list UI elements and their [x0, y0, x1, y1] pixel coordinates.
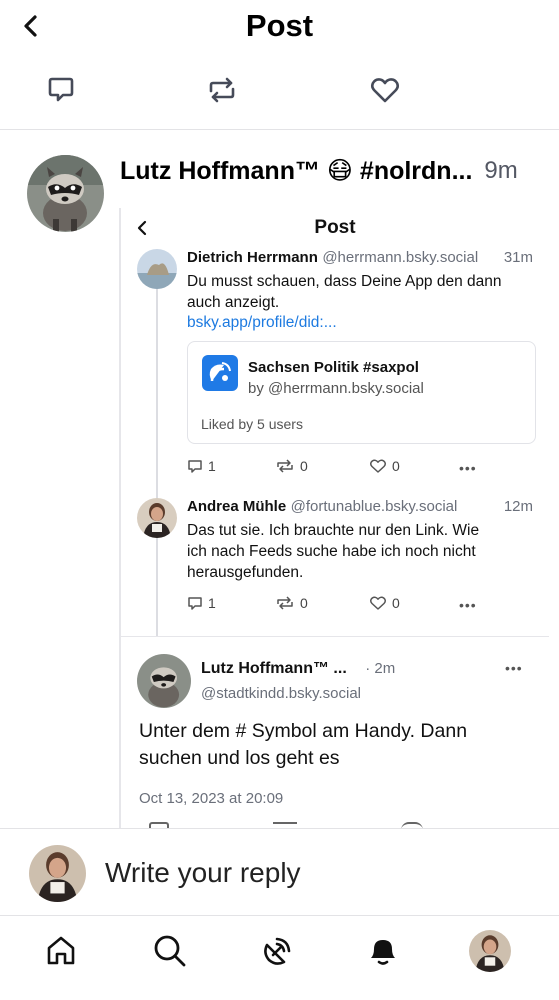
speech-bubble-icon	[188, 597, 202, 610]
embedded-screenshot[interactable]: Post Dietrich Herrmann @herrmann.bsky.so…	[119, 208, 549, 828]
reply2-likes: 0	[392, 595, 400, 611]
reply2-reposts: 0	[300, 595, 308, 611]
focus-text-line2: suchen und los geht es	[139, 747, 340, 769]
speech-bubble-icon	[48, 77, 74, 102]
post-author-line: Lutz Hoffmann™ 😷 #nolrdn... 9m	[120, 153, 550, 189]
feed-card-title: Sachsen Politik #saxpol	[248, 359, 419, 376]
reply1-like-count: 0	[369, 458, 400, 474]
reply2-like-count: 0	[369, 595, 400, 611]
heart-icon	[370, 459, 386, 473]
bottom-tab-bar	[0, 917, 559, 1000]
repost-arrows-icon	[277, 596, 293, 610]
reply1-text-line2: auch anzeigt.	[187, 294, 280, 311]
reply2-name: Andrea Mühle	[187, 498, 287, 515]
reply1-reposts: 0	[300, 458, 308, 474]
reply2-header: Andrea Mühle @fortunablue.bsky.social 12…	[187, 498, 547, 516]
bell-icon	[371, 940, 395, 965]
tab-notifications[interactable]	[361, 929, 405, 973]
reply2-avatar	[137, 498, 177, 538]
reply2-text-line1: Das tut sie. Ich brauchte nur den Link. …	[187, 522, 480, 539]
divider	[0, 129, 559, 130]
reply1-avatar	[137, 249, 177, 289]
post-actions	[0, 70, 559, 114]
reply2-replies: 1	[208, 595, 216, 611]
screenshot-divider	[121, 636, 549, 637]
heart-icon	[370, 78, 400, 103]
avatar	[469, 930, 511, 972]
feed-card-liked: Liked by 5 users	[201, 416, 303, 432]
raccoon-avatar-image	[27, 155, 104, 232]
reply-placeholder[interactable]: Write your reply	[105, 857, 301, 889]
top-header: Post	[0, 0, 559, 56]
speech-bubble-icon	[188, 460, 202, 473]
reply2-reply-count: 1	[187, 595, 216, 611]
focus-date: Oct 13, 2023 at 20:09	[139, 790, 284, 807]
thread-line	[156, 286, 158, 636]
reply2-time: 12m	[503, 498, 533, 515]
reply1-reply-count: 1	[187, 458, 216, 474]
satellite-dish-icon	[264, 937, 291, 965]
user-avatar	[29, 845, 86, 902]
search-icon	[154, 935, 186, 967]
reply1-header: Dietrich Herrmann @herrmann.bsky.social …	[187, 249, 547, 267]
reply1-actions: 1 0 0 •••	[187, 458, 527, 478]
more-options-icon: •••	[459, 460, 477, 476]
satellite-dish-icon	[202, 355, 238, 391]
focus-handle: @stadtkindd.bsky.social	[201, 685, 362, 702]
reply1-replies: 1	[208, 458, 216, 474]
screenshot-title: Post	[314, 217, 356, 238]
reply2-actions: 1 0 0 •••	[187, 595, 527, 615]
author-name[interactable]: Lutz Hoffmann™ 😷 #nolrdn...	[120, 156, 472, 186]
tab-profile[interactable]	[468, 929, 512, 973]
repost-arrows-icon	[209, 77, 235, 103]
tab-feeds[interactable]	[255, 929, 299, 973]
repost-arrows-icon	[277, 459, 293, 473]
page-title: Post	[245, 8, 314, 43]
focus-time: · 2m	[365, 660, 396, 677]
focus-header: Lutz Hoffmann™ ... · 2m	[201, 660, 395, 678]
post-time: 9m	[484, 157, 518, 184]
reply2-repost-count: 0	[275, 595, 308, 611]
tab-home[interactable]	[39, 929, 83, 973]
feed-card-by: by @herrmann.bsky.social	[248, 380, 424, 397]
reply1-time: 31m	[503, 249, 533, 266]
heart-icon	[370, 596, 386, 610]
focus-name: Lutz Hoffmann™ ...	[201, 660, 347, 677]
reply-composer-bar[interactable]: Write your reply	[0, 828, 559, 916]
reply1-repost-count: 0	[275, 458, 308, 474]
reply2-text-line3: herausgefunden.	[187, 564, 304, 581]
home-icon	[47, 936, 75, 965]
reply-button[interactable]	[41, 70, 81, 110]
like-button[interactable]	[365, 70, 405, 110]
feed-card: Sachsen Politik #saxpol by @herrmann.bsk…	[187, 341, 536, 444]
reply1-name: Dietrich Herrmann	[187, 249, 318, 266]
more-options-icon: •••	[505, 660, 523, 676]
reply1-text-line1: Du musst schauen, dass Deine App den dan…	[187, 273, 502, 290]
tab-search[interactable]	[148, 929, 192, 973]
more-options-icon: •••	[459, 597, 477, 613]
repost-button[interactable]	[202, 70, 242, 110]
author-avatar[interactable]	[27, 155, 104, 232]
reply2-handle: @fortunablue.bsky.social	[290, 498, 458, 515]
focus-text-line1: Unter dem # Symbol am Handy. Dann	[139, 720, 468, 742]
reply1-handle: @herrmann.bsky.social	[322, 249, 479, 266]
reply2-text-line2: ich nach Feeds suche habe ich noch nicht	[187, 543, 476, 560]
focus-avatar	[137, 654, 191, 708]
reply1-link: bsky.app/profile/did:...	[187, 314, 337, 331]
reply1-likes: 0	[392, 458, 400, 474]
